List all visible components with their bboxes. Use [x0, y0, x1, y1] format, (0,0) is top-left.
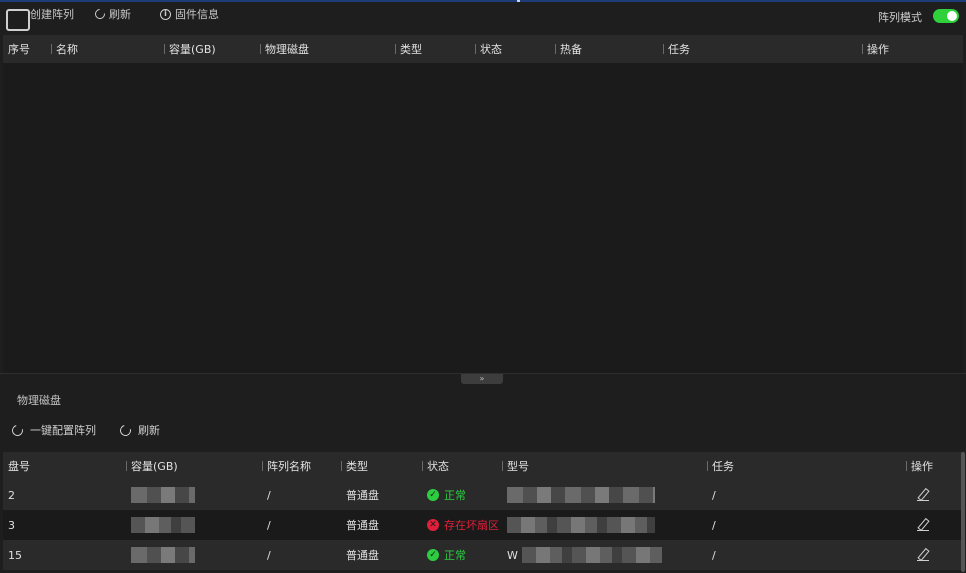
array-mode-toggle[interactable] — [933, 9, 959, 23]
array-toolbar: 创建阵列 刷新 i 固件信息 阵列模式 — [0, 2, 966, 32]
disk-model — [502, 480, 707, 510]
edit-icon[interactable] — [917, 519, 929, 531]
table-row[interactable]: 2 / 普通盘 ✓ 正常 / — [3, 480, 961, 510]
col-disk-no: 盘号 — [8, 460, 30, 473]
refresh-array-button[interactable]: 刷新 — [92, 6, 131, 22]
disk-status: ✓ 正常 — [422, 540, 502, 570]
disk-model: W — [502, 540, 707, 570]
redacted-capacity — [131, 517, 195, 533]
col-status: 状态 — [475, 35, 555, 63]
image-placeholder-icon — [6, 9, 30, 31]
model-prefix: W — [507, 548, 518, 562]
disk-type: 普通盘 — [346, 549, 379, 562]
edit-icon[interactable] — [917, 489, 929, 501]
disk-no: 2 — [8, 488, 15, 502]
disk-status-text: 正常 — [444, 549, 466, 562]
disk-action — [906, 480, 961, 510]
disk-table-header: 盘号 容量(GB) 阵列名称 类型 状态 型号 任务 操作 — [3, 452, 963, 480]
redacted-capacity — [131, 547, 195, 563]
error-circle-icon: ✕ — [427, 519, 439, 531]
info-icon: i — [160, 8, 171, 20]
disk-array-name: / — [267, 518, 271, 532]
physical-disk-title: 物理磁盘 — [17, 394, 61, 407]
disk-type: 普通盘 — [346, 519, 379, 532]
edit-icon[interactable] — [917, 549, 929, 561]
col-model: 型号 — [502, 452, 707, 480]
disk-status-text: 正常 — [444, 489, 466, 502]
create-array-button[interactable]: 创建阵列 — [30, 6, 74, 22]
disk-task: / — [712, 488, 716, 502]
col-disk-type: 类型 — [341, 452, 422, 480]
firmware-info-button[interactable]: i 固件信息 — [160, 6, 219, 22]
redacted-capacity — [131, 487, 195, 503]
redacted-model — [521, 547, 662, 563]
disk-status-text: 存在坏扇区 — [444, 519, 499, 532]
col-disk-status: 状态 — [422, 452, 502, 480]
disk-status: ✓ 正常 — [422, 480, 502, 510]
disk-capacity — [126, 510, 262, 540]
redacted-model — [507, 517, 655, 533]
firmware-info-label: 固件信息 — [175, 8, 219, 21]
disk-action — [906, 540, 961, 570]
disk-task: / — [712, 518, 716, 532]
col-disk-task: 任务 — [707, 452, 906, 480]
refresh-circle-icon — [9, 422, 26, 438]
disk-capacity — [126, 540, 262, 570]
disk-table-scrollbar[interactable] — [961, 452, 965, 572]
table-row[interactable]: 3 / 普通盘 ✕ 存在坏扇区 / — [3, 510, 961, 540]
refresh-disk-button[interactable]: 刷新 — [117, 422, 160, 438]
disk-model — [502, 510, 707, 540]
disk-no: 3 — [8, 518, 15, 532]
refresh-label: 刷新 — [109, 8, 131, 21]
col-name: 名称 — [51, 35, 164, 63]
table-row[interactable]: 15 / 普通盘 ✓ 正常 W / — [3, 540, 961, 570]
one-click-config-button[interactable]: 一键配置阵列 — [9, 422, 96, 438]
col-task: 任务 — [663, 35, 862, 63]
col-array-name: 阵列名称 — [262, 452, 341, 480]
disk-no: 15 — [8, 548, 22, 562]
col-capacity: 容量(GB) — [164, 35, 260, 63]
collapse-toggle-button[interactable]: » — [461, 374, 503, 384]
col-hotspare: 热备 — [555, 35, 663, 63]
disk-task: / — [712, 548, 716, 562]
one-click-config-label: 一键配置阵列 — [30, 424, 96, 437]
disk-array-name: / — [267, 548, 271, 562]
col-disk-action: 操作 — [906, 452, 963, 480]
refresh-disk-label: 刷新 — [138, 424, 160, 437]
array-table-body — [3, 63, 963, 373]
disk-action — [906, 510, 961, 540]
refresh-icon — [92, 6, 108, 22]
col-action: 操作 — [862, 35, 960, 63]
col-physical-disk: 物理磁盘 — [260, 35, 395, 63]
col-type: 类型 — [395, 35, 475, 63]
disk-capacity — [126, 480, 262, 510]
array-table-header: 序号 名称 容量(GB) 物理磁盘 类型 状态 热备 任务 操作 — [3, 35, 963, 63]
array-mode-label: 阵列模式 — [878, 11, 922, 24]
create-array-label: 创建阵列 — [30, 8, 74, 21]
disk-status: ✕ 存在坏扇区 — [422, 510, 502, 540]
disk-type: 普通盘 — [346, 489, 379, 502]
check-circle-icon: ✓ — [427, 549, 439, 561]
disk-array-name: / — [267, 488, 271, 502]
col-index: 序号 — [8, 43, 30, 56]
refresh-circle-icon — [117, 422, 134, 438]
check-circle-icon: ✓ — [427, 489, 439, 501]
col-disk-capacity: 容量(GB) — [126, 452, 262, 480]
redacted-model — [507, 487, 655, 503]
